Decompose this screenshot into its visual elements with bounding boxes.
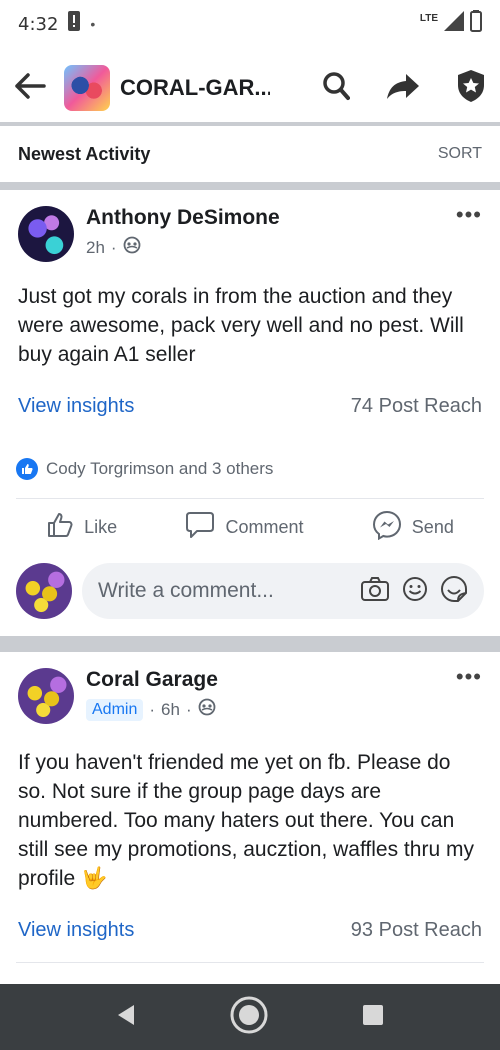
avatar[interactable] [18, 206, 74, 262]
feed-header: Newest Activity SORT [0, 126, 500, 182]
like-label: Like [84, 516, 118, 537]
sort-button[interactable]: SORT [438, 145, 482, 163]
reactions-summary[interactable]: Cody Torgrimson and 3 others [0, 458, 500, 480]
post-divider [0, 636, 500, 652]
comment-placeholder: Write a comment... [98, 579, 274, 602]
share-icon[interactable] [386, 72, 420, 105]
comment-input[interactable]: Write a comment... [82, 563, 484, 619]
comment-button[interactable]: Comment [185, 511, 304, 544]
post-reach: 74 Post Reach [350, 395, 482, 417]
group-privacy-icon [198, 698, 216, 721]
avatar[interactable] [18, 668, 74, 724]
group-title[interactable]: CORAL-GAR... [120, 75, 270, 101]
comment-label: Comment [225, 516, 304, 537]
post-author[interactable]: Coral Garage [86, 668, 218, 692]
emoji-icon[interactable] [402, 576, 428, 607]
feed-title: Newest Activity [18, 143, 151, 164]
view-insights-link[interactable]: View insights [18, 395, 134, 418]
status-time: 4:32 [18, 13, 59, 35]
more-options-icon[interactable]: ••• [456, 666, 482, 688]
divider [16, 962, 484, 963]
rock-hand-emoji: 🤟 [81, 867, 108, 890]
battery-icon [470, 10, 482, 38]
sticker-icon[interactable] [440, 575, 468, 608]
post-time[interactable]: 6h [161, 700, 180, 720]
nav-recents-icon[interactable] [362, 1004, 384, 1031]
nav-back-icon[interactable] [116, 1004, 136, 1031]
post-card: Coral Garage Admin · 6h · ••• If you hav… [0, 666, 500, 963]
more-options-icon[interactable]: ••• [456, 204, 482, 226]
network-type: LTE [419, 12, 438, 24]
sim-alert-icon [68, 11, 81, 37]
admin-badge: Admin [86, 698, 144, 721]
group-thumbnail[interactable] [64, 65, 110, 111]
view-insights-link[interactable]: View insights [18, 919, 134, 942]
post-text: Just got my corals in from the auction a… [18, 285, 464, 366]
post-text: If you haven't friended me yet on fb. Pl… [0, 748, 500, 893]
thumbs-up-icon [46, 511, 74, 544]
group-privacy-icon [123, 236, 141, 259]
send-button[interactable]: Send [372, 510, 454, 545]
section-divider [0, 182, 500, 190]
camera-icon[interactable] [360, 576, 390, 607]
post-reach: 93 Post Reach [350, 919, 482, 941]
reactions-text: Cody Torgrimson and 3 others [46, 459, 274, 478]
status-bar: 4:32 • LTE [0, 0, 500, 48]
notification-dot-icon: • [90, 16, 96, 32]
post-time[interactable]: 2h [86, 238, 105, 258]
signal-icon [444, 11, 464, 37]
messenger-icon [372, 510, 402, 545]
admin-shield-icon[interactable] [456, 69, 486, 108]
app-bar: CORAL-GAR... [0, 56, 500, 120]
like-button[interactable]: Like [46, 511, 117, 544]
post-card: Anthony DeSimone 2h · ••• Just got my co… [0, 204, 500, 619]
system-nav-bar [0, 984, 500, 1050]
send-label: Send [411, 516, 454, 537]
back-arrow-icon[interactable] [14, 72, 46, 105]
search-icon[interactable] [322, 71, 350, 106]
post-author[interactable]: Anthony DeSimone [86, 206, 280, 230]
comment-bubble-icon [185, 511, 215, 544]
like-reaction-icon [16, 458, 38, 480]
current-user-avatar [16, 563, 72, 619]
nav-home-icon[interactable] [229, 995, 269, 1040]
